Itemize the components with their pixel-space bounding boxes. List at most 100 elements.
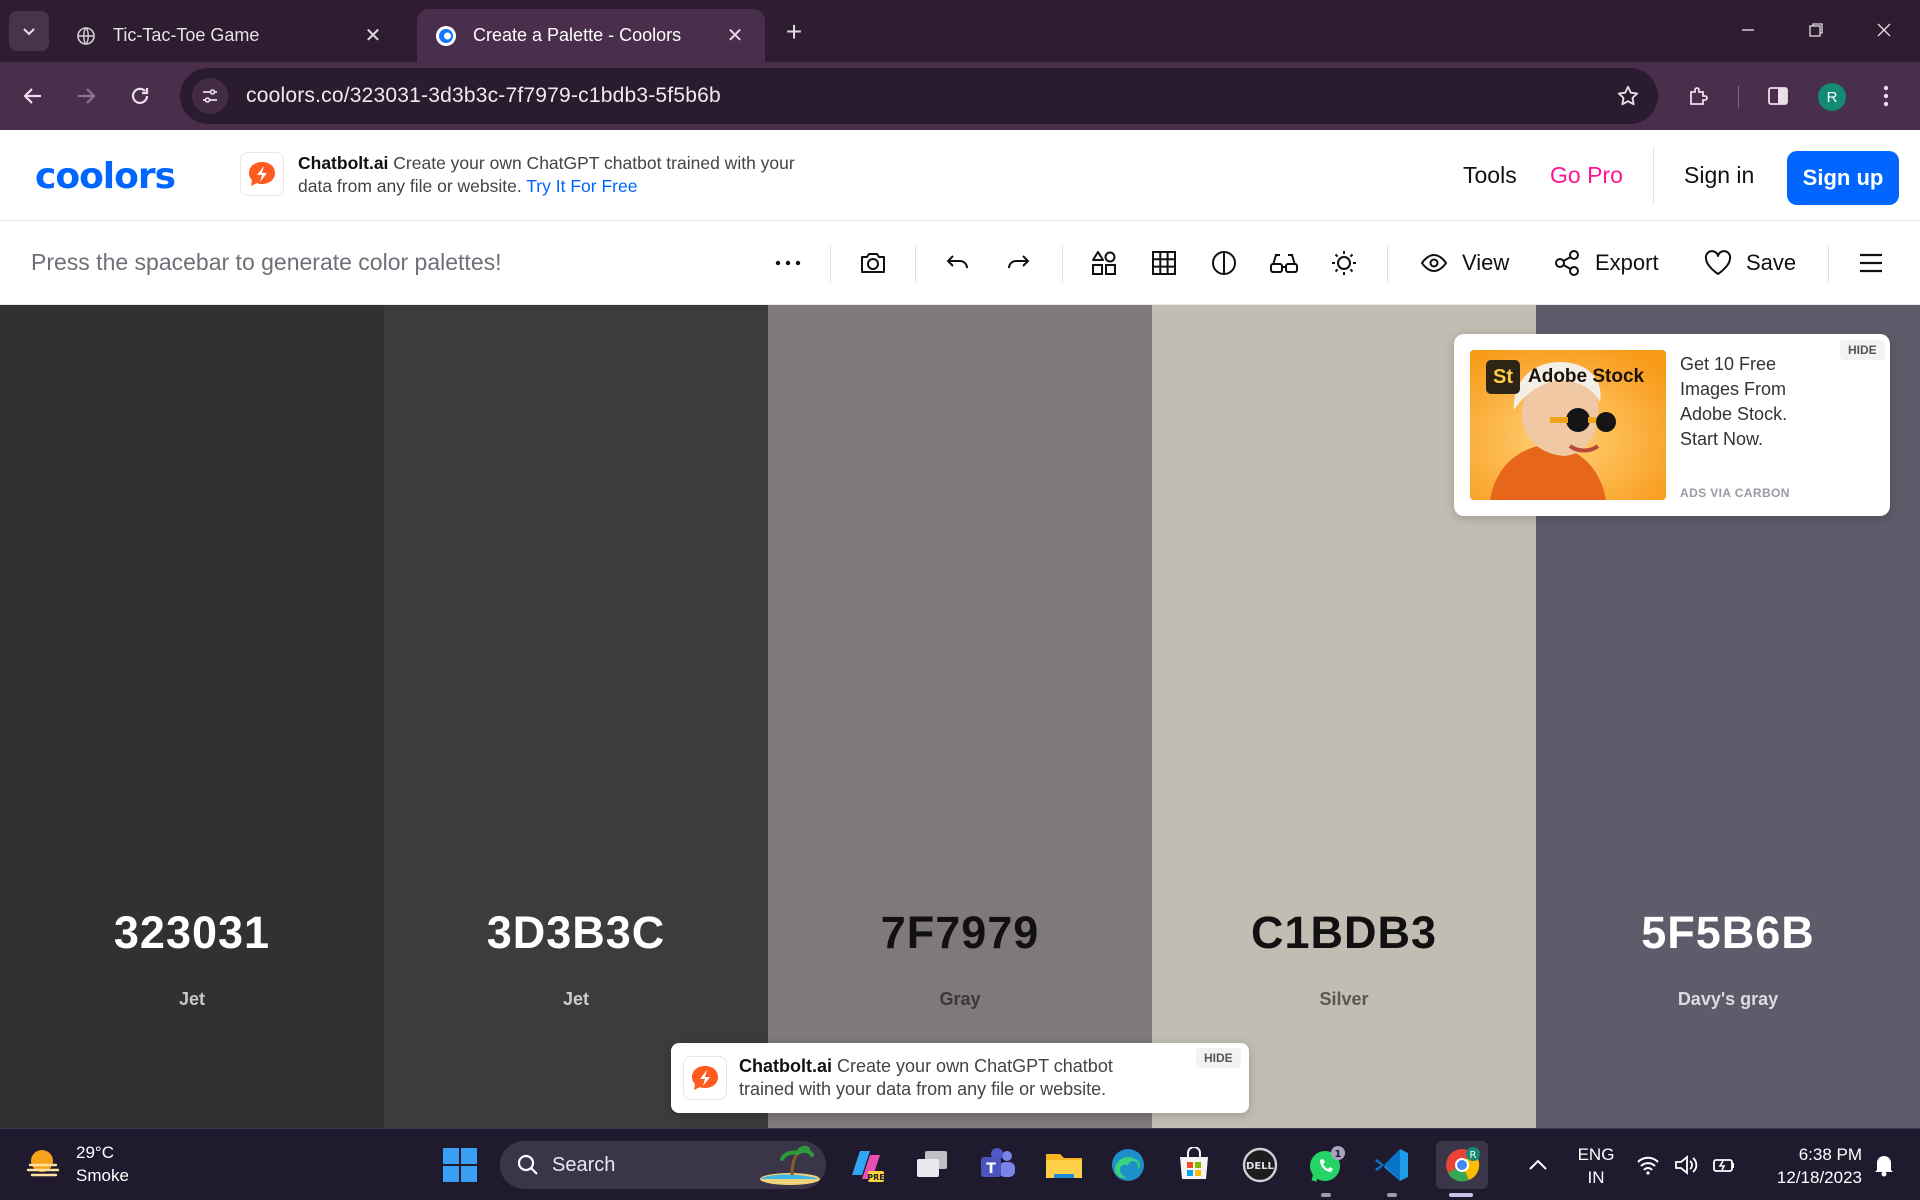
swatch-color-name[interactable]: Jet [0,989,384,1010]
side-panel-icon[interactable] [1758,76,1798,116]
go-pro-link[interactable]: Go Pro [1550,162,1623,189]
volume-icon[interactable] [1668,1143,1704,1187]
chevron-up-icon[interactable] [1516,1143,1560,1187]
contrast-icon[interactable] [1204,243,1244,283]
windows-start-icon[interactable] [438,1143,482,1187]
taskbar-search[interactable]: Search [500,1141,826,1189]
chevron-down-icon [23,28,35,36]
edge-icon[interactable] [1106,1143,1150,1187]
color-swatch[interactable]: 323031 Jet [0,305,384,1128]
color-blindness-glasses-icon[interactable] [1264,243,1304,283]
notification-bell-icon[interactable] [1866,1143,1902,1187]
brightness-sun-icon[interactable] [1324,243,1364,283]
teams-icon[interactable]: T [976,1143,1020,1187]
tab-search-button[interactable] [9,11,49,51]
arrow-left-icon [23,88,41,104]
swatch-hex-code[interactable]: C1BDB3 [1152,907,1536,959]
export-button[interactable]: Export [1553,243,1659,283]
extensions-puzzle-icon[interactable] [1679,76,1719,116]
redo-icon[interactable] [998,243,1038,283]
bookmark-star-icon[interactable] [1612,80,1644,112]
swatch-hex-code[interactable]: 3D3B3C [384,907,768,959]
more-options-icon[interactable] [768,243,808,283]
forward-button[interactable] [66,76,106,116]
toolbar-divider [1828,245,1829,283]
undo-icon[interactable] [938,243,978,283]
file-explorer-icon[interactable] [1042,1143,1086,1187]
save-label: Save [1746,250,1797,275]
new-tab-button[interactable]: + [776,14,812,50]
weather-condition: Smoke [76,1166,129,1185]
swatch-color-name[interactable]: Jet [384,989,768,1010]
toolbar-divider [1062,245,1063,283]
swatch-hex-code[interactable]: 7F7979 [768,907,1152,959]
site-header: coolors Chatbolt.ai Create your own Chat… [0,130,1920,221]
swatch-color-name[interactable]: Gray [768,989,1152,1010]
weather-widget[interactable]: 29°C Smoke [26,1141,129,1187]
kebab-menu-icon[interactable] [1866,76,1906,116]
dell-icon[interactable]: DELL [1238,1143,1282,1187]
tools-link[interactable]: Tools [1463,162,1517,189]
swatch-color-name[interactable]: Silver [1152,989,1536,1010]
sign-up-button[interactable]: Sign up [1787,151,1899,205]
close-icon[interactable]: ✕ [723,24,747,48]
swatch-hex-code[interactable]: 5F5B6B [1536,907,1920,959]
hide-ad-button[interactable]: HIDE [1840,340,1885,360]
adobe-stock-badge: St [1486,360,1520,394]
battery-icon[interactable] [1706,1143,1742,1187]
ads-via-carbon[interactable]: ADS VIA CARBON [1680,486,1790,500]
view-button[interactable]: View [1420,243,1509,283]
camera-icon[interactable] [853,243,893,283]
copilot-icon[interactable]: PRE [844,1143,888,1187]
wifi-icon[interactable] [1630,1143,1666,1187]
whatsapp-icon[interactable]: 1 [1304,1143,1348,1187]
sign-in-link[interactable]: Sign in [1684,162,1754,189]
color-swatch[interactable]: 3D3B3C Jet [384,305,768,1128]
profile-avatar[interactable]: R [1818,83,1846,111]
microsoft-store-icon[interactable] [1172,1143,1216,1187]
task-view-icon[interactable] [910,1143,954,1187]
carbon-ad-copy[interactable]: Get 10 Free Images From Adobe Stock. Sta… [1680,352,1810,452]
globe-icon [75,25,97,47]
reload-button[interactable] [120,76,160,116]
site-info-icon[interactable] [192,78,228,114]
close-icon[interactable]: ✕ [361,24,385,48]
tab-coolors[interactable]: Create a Palette - Coolors ✕ [417,9,765,62]
weather-smoke-icon [26,1150,60,1177]
carbon-ad[interactable]: St Adobe Stock Get 10 Free Images From A… [1454,334,1890,516]
language-indicator[interactable]: ENG IN [1574,1143,1618,1189]
restore-button[interactable] [1788,8,1844,52]
back-button[interactable] [13,76,53,116]
close-icon [1877,23,1891,37]
tab-tic-tac-toe[interactable]: Tic-Tac-Toe Game ✕ [57,9,403,62]
coolors-logo[interactable]: coolors [35,156,176,197]
tab-title: Create a Palette - Coolors [473,25,682,45]
shapes-icon[interactable] [1084,243,1124,283]
chrome-icon[interactable]: R [1436,1141,1488,1189]
swatch-color-name[interactable]: Davy's gray [1536,989,1920,1010]
reload-icon [131,87,149,104]
window-close-button[interactable] [1856,8,1912,52]
arrow-right-icon [78,88,96,104]
url-text: coolors.co/323031-3d3b3c-7f7979-c1bdb3-5… [246,84,721,107]
swatch-hex-code[interactable]: 323031 [0,907,384,959]
address-bar[interactable]: coolors.co/323031-3d3b3c-7f7979-c1bdb3-5… [180,68,1658,124]
hide-ad-button[interactable]: HIDE [1196,1048,1241,1068]
adobe-stock-title: Adobe Stock [1528,366,1645,387]
language-line1: ENG [1577,1145,1615,1164]
bottom-sponsored-ad[interactable]: Chatbolt.ai Create your own ChatGPT chat… [671,1043,1249,1113]
vscode-icon[interactable] [1370,1143,1414,1187]
minimize-button[interactable] [1720,8,1776,52]
chatbolt-logo-icon [683,1056,727,1100]
save-button[interactable]: Save [1704,243,1796,283]
clock[interactable]: 6:38 PM 12/18/2023 [1752,1143,1862,1189]
heart-icon [1704,250,1732,275]
hamburger-menu-icon[interactable] [1851,243,1891,283]
adobe-stock-ad-image: St Adobe Stock [1470,350,1666,500]
chatbolt-logo-icon [240,152,284,196]
grid-icon[interactable] [1144,243,1184,283]
ad-cta-link[interactable]: Try It For Free [526,176,637,196]
windows-taskbar: 29°C Smoke Search PRE T DELL 1 R ENG IN … [0,1128,1920,1200]
color-swatch[interactable]: 7F7979 Gray [768,305,1152,1128]
header-sponsored-ad[interactable]: Chatbolt.ai Create your own ChatGPT chat… [240,152,818,198]
